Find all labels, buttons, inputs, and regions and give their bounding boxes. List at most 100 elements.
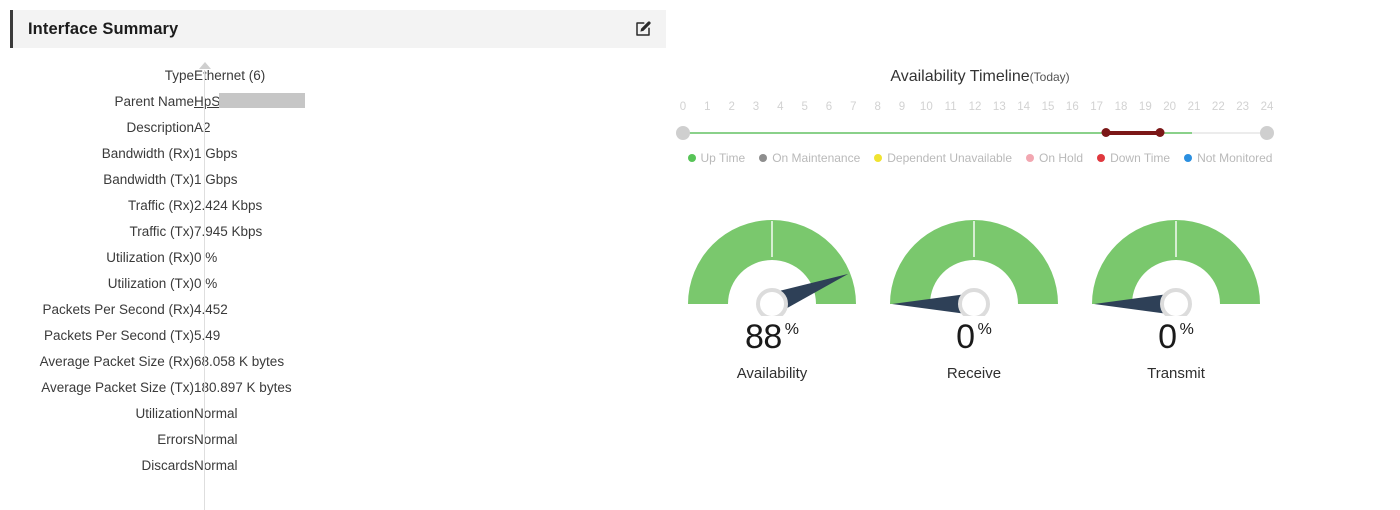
timeline-tick-label: 4 [777,101,783,113]
gauge-hub [758,290,786,316]
table-row: Parent Name HpS [10,88,666,114]
timeline-tick-label: 24 [1261,101,1274,113]
row-label: Traffic (Tx) [10,218,194,244]
timeline-tick-label: 18 [1115,101,1128,113]
edit-pencil-square-icon[interactable] [632,18,654,40]
row-label: Packets Per Second (Tx) [10,322,194,348]
table-row: Average Packet Size (Rx) 68.058 K bytes [10,348,666,374]
timeline-tick-label: 14 [1017,101,1030,113]
legend-label: Not Monitored [1197,151,1272,165]
timeline-tick-label: 9 [899,101,905,113]
gauge-group: 88% Availability 0% Receive 0% Transmit [670,212,1290,412]
timeline-tick-label: 10 [920,101,933,113]
row-label: Traffic (Rx) [10,192,194,218]
table-row: Packets Per Second (Rx) 4.452 [10,296,666,322]
timeline-tick-label: 16 [1066,101,1079,113]
row-value: 5.49 [194,322,666,348]
gauge-value-number: 0 [956,318,974,356]
table-row: Utilization (Tx) 0 % [10,270,666,296]
row-value: 2.424 Kbps [194,192,666,218]
timeline-segment[interactable] [1160,132,1192,134]
legend-label: Down Time [1110,151,1170,165]
gauge-hub [1162,290,1190,316]
legend-color-swatch [1026,154,1034,162]
redaction-block [219,93,305,108]
row-value: 0 % [194,270,666,296]
timeline-tick-label: 17 [1090,101,1103,113]
timeline-tick-label: 11 [945,101,957,113]
timeline-tick-label: 23 [1236,101,1249,113]
column-divider [204,70,205,510]
table-row: Discards Normal [10,452,666,478]
column-resize-handle-icon[interactable] [199,62,211,69]
gauge-dial [1092,212,1260,316]
row-value: Ethernet (6) [194,62,666,88]
gauge-label: Transmit [1074,365,1278,382]
page-title: Interface Summary [28,20,632,39]
legend-item[interactable]: Up Time [688,151,746,165]
row-value: 1 Gbps [194,140,666,166]
gauge-value: 0% [1074,320,1278,354]
timeline-tick-label: 2 [728,101,734,113]
gauge-value-number: 88 [745,318,782,356]
interface-summary-table: Type Ethernet (6) Parent Name HpS Descri… [10,62,666,478]
timeline-subtitle-text: (Today) [1030,70,1070,84]
gauge-value-unit: % [785,321,799,338]
legend-color-swatch [759,154,767,162]
timeline-segment[interactable] [1192,132,1267,134]
table-row: Packets Per Second (Tx) 5.49 [10,322,666,348]
legend-color-swatch [688,154,696,162]
row-value: 1 Gbps [194,166,666,192]
row-label: Utilization (Tx) [10,270,194,296]
gauge-label: Availability [670,365,874,382]
row-label: Description [10,114,194,140]
row-value: 0 % [194,244,666,270]
row-value: 68.058 K bytes [194,348,666,374]
table-row: Bandwidth (Rx) 1 Gbps [10,140,666,166]
timeline-tick-label: 5 [801,101,807,113]
table-row: Average Packet Size (Tx) 180.897 K bytes [10,374,666,400]
parent-name-link[interactable]: HpS [194,94,220,109]
timeline-endpoint-handle[interactable] [1260,126,1274,140]
timeline-event-marker[interactable] [1102,128,1111,137]
row-label: Utilization (Rx) [10,244,194,270]
gauge-value: 0% [872,320,1076,354]
row-label: Type [10,62,194,88]
timeline-tick-label: 22 [1212,101,1225,113]
legend-item[interactable]: On Hold [1026,151,1083,165]
legend-color-swatch [874,154,882,162]
gauge-value-number: 0 [1158,318,1176,356]
row-value: Normal [194,400,666,426]
legend-item[interactable]: Not Monitored [1184,151,1272,165]
table-row: Utilization Normal [10,400,666,426]
gauge-value-unit: % [978,321,992,338]
row-label: Errors [10,426,194,452]
table-row: Type Ethernet (6) [10,62,666,88]
row-value: Normal [194,426,666,452]
row-value: 4.452 [194,296,666,322]
row-label: Average Packet Size (Rx) [10,348,194,374]
row-value: 180.897 K bytes [194,374,666,400]
timeline-event-marker[interactable] [1155,128,1164,137]
timeline-segment[interactable] [683,132,1106,134]
legend-label: Dependent Unavailable [887,151,1012,165]
table-row: Traffic (Rx) 2.424 Kbps [10,192,666,218]
legend-item[interactable]: Down Time [1097,151,1170,165]
timeline-endpoint-handle[interactable] [676,126,690,140]
row-value: HpS [194,88,666,114]
timeline-legend: Up Time On Maintenance Dependent Unavailab… [670,151,1290,165]
table-row: Description A2 [10,114,666,140]
timeline-segment[interactable] [1106,131,1160,135]
legend-item[interactable]: Dependent Unavailable [874,151,1012,165]
availability-timeline-bar[interactable] [670,124,1290,142]
gauge-label: Receive [872,365,1076,382]
table-row: Errors Normal [10,426,666,452]
timeline-tick-label: 13 [993,101,1006,113]
gauge-availability: 88% Availability [670,212,874,382]
legend-item[interactable]: On Maintenance [759,151,860,165]
legend-label: On Maintenance [772,151,860,165]
timeline-tick-label: 7 [850,101,856,113]
gauge-hub [960,290,988,316]
row-label: Bandwidth (Rx) [10,140,194,166]
table-row: Utilization (Rx) 0 % [10,244,666,270]
